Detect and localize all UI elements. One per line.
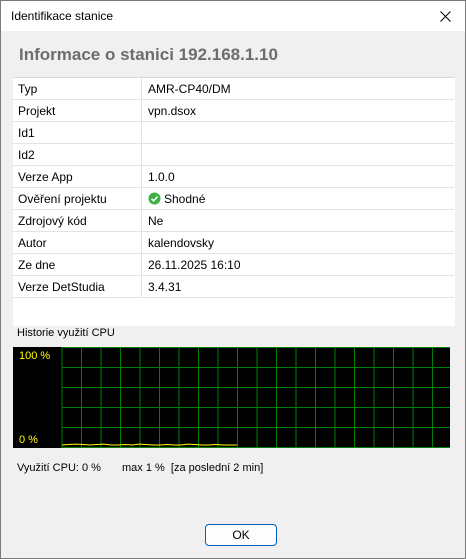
window-title: Identifikace stanice: [11, 9, 114, 23]
cpu-history-label: Historie využití CPU: [17, 327, 115, 339]
info-row-key: Ověření projektu: [13, 187, 142, 210]
cpu-graph: 100 % 0 %: [13, 347, 450, 448]
info-row-value: 26.11.2025 16:10: [141, 253, 454, 276]
info-row: Projekt vpn.dsox: [13, 99, 454, 122]
info-row-value: [141, 121, 454, 144]
ok-button[interactable]: OK: [205, 524, 277, 546]
check-circle-icon: [148, 192, 161, 204]
info-row-value: 3.4.31: [141, 275, 454, 298]
info-row-key: Projekt: [13, 99, 142, 122]
info-row: Autor kalendovsky: [13, 231, 454, 254]
info-row: Ze dne 26.11.2025 16:10: [13, 253, 454, 276]
cpu-graph-canvas: [61, 347, 450, 448]
info-row: Id1: [13, 121, 454, 144]
cpu-graph-min-label: 0 %: [19, 434, 38, 446]
cpu-max-text: max 1 % [za poslední 2 min]: [122, 462, 264, 474]
cpu-graph-max-label: 100 %: [19, 350, 51, 362]
info-row: Zdrojový kód Ne: [13, 209, 454, 232]
info-row: Id2: [13, 143, 454, 166]
info-row-value: vpn.dsox: [141, 99, 454, 122]
info-table: Typ AMR-CP40/DM Projekt vpn.dsox Id1 Id2 Verze…: [13, 78, 454, 298]
info-row: Verze App 1.0.0: [13, 165, 454, 188]
info-row: Ověření projektu Shodné: [13, 187, 454, 210]
info-row-key: Zdrojový kód: [13, 209, 142, 232]
info-row-key: Ze dne: [13, 253, 142, 276]
info-row-key: Typ: [13, 78, 142, 100]
info-row-key: Verze DetStudia: [13, 275, 142, 298]
page-title: Informace o stanici 192.168.1.10: [19, 45, 278, 64]
info-table-panel: Typ AMR-CP40/DM Projekt vpn.dsox Id1 Id2 Verze…: [13, 77, 455, 326]
info-row: Typ AMR-CP40/DM: [13, 78, 454, 100]
close-button[interactable]: [425, 1, 465, 31]
info-row-key: Id2: [13, 143, 142, 166]
info-row-key: Id1: [13, 121, 142, 144]
info-row-value: kalendovsky: [141, 231, 454, 254]
info-row-value: [141, 143, 454, 166]
cpu-usage-line: [61, 443, 237, 446]
info-row-value: 1.0.0: [141, 165, 454, 188]
info-row-value: Shodné: [141, 187, 454, 210]
info-row-key: Verze App: [13, 165, 142, 188]
cpu-usage-text: Využití CPU: 0 %: [17, 462, 101, 474]
info-row-value: AMR-CP40/DM: [141, 78, 454, 100]
info-row: Verze DetStudia 3.4.31: [13, 275, 454, 298]
dialog-window: Identifikace stanice Informace o stanici…: [0, 0, 466, 559]
info-row-value: Ne: [141, 209, 454, 232]
close-icon: [439, 10, 451, 22]
title-bar: Identifikace stanice: [1, 1, 465, 31]
info-row-value-text: Shodné: [164, 191, 206, 206]
cpu-stats: Využití CPU: 0 % max 1 % [za poslední 2 …: [17, 462, 281, 474]
info-row-key: Autor: [13, 231, 142, 254]
